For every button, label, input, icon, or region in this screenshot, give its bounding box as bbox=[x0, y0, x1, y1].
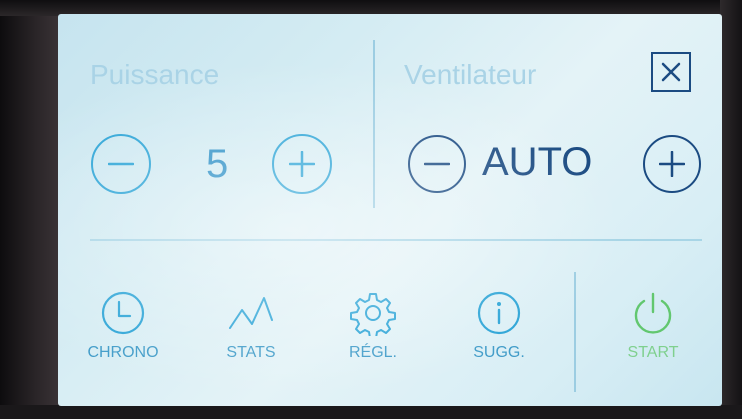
nav-suggestions-label: SUGG. bbox=[473, 344, 525, 361]
plus-icon bbox=[659, 151, 685, 177]
control-screen: Puissance 5 Ventilateur AUTO CHRONO STAT… bbox=[58, 14, 722, 406]
power-decrease-button[interactable] bbox=[91, 134, 151, 194]
line-chart-icon bbox=[229, 297, 273, 329]
close-icon bbox=[661, 62, 681, 82]
fan-section-title: Ventilateur bbox=[404, 59, 537, 90]
nav-settings-button[interactable]: RÉGL. bbox=[330, 290, 416, 362]
nav-chrono-label: CHRONO bbox=[87, 344, 159, 361]
minus-icon bbox=[108, 162, 134, 166]
close-button[interactable] bbox=[651, 52, 691, 92]
fan-value: AUTO bbox=[482, 140, 593, 184]
nav-suggestions-button[interactable]: SUGG. bbox=[456, 290, 542, 362]
nav-stats-label: STATS bbox=[226, 344, 276, 361]
nav-stats-button[interactable]: STATS bbox=[208, 290, 294, 362]
nav-settings-label: RÉGL. bbox=[348, 344, 397, 361]
power-value: 5 bbox=[206, 142, 229, 186]
power-section-title: Puissance bbox=[90, 59, 220, 90]
info-icon bbox=[477, 291, 521, 335]
section-divider-vertical bbox=[373, 40, 375, 208]
power-icon bbox=[634, 292, 672, 334]
start-divider bbox=[574, 272, 576, 392]
nav-chrono-button[interactable]: CHRONO bbox=[80, 290, 166, 362]
power-increase-button[interactable] bbox=[272, 134, 332, 194]
device-bezel-left bbox=[0, 0, 60, 419]
gear-icon bbox=[350, 293, 396, 336]
clock-icon bbox=[101, 291, 145, 335]
start-button[interactable]: START bbox=[608, 290, 698, 362]
minus-icon bbox=[424, 162, 450, 166]
device-bezel-bottom bbox=[0, 405, 742, 419]
device-bezel-right bbox=[720, 0, 742, 419]
section-divider-horizontal bbox=[90, 239, 702, 241]
fan-increase-button[interactable] bbox=[643, 135, 701, 193]
plus-icon bbox=[289, 151, 315, 177]
fan-decrease-button[interactable] bbox=[408, 135, 466, 193]
start-label: START bbox=[627, 344, 679, 361]
